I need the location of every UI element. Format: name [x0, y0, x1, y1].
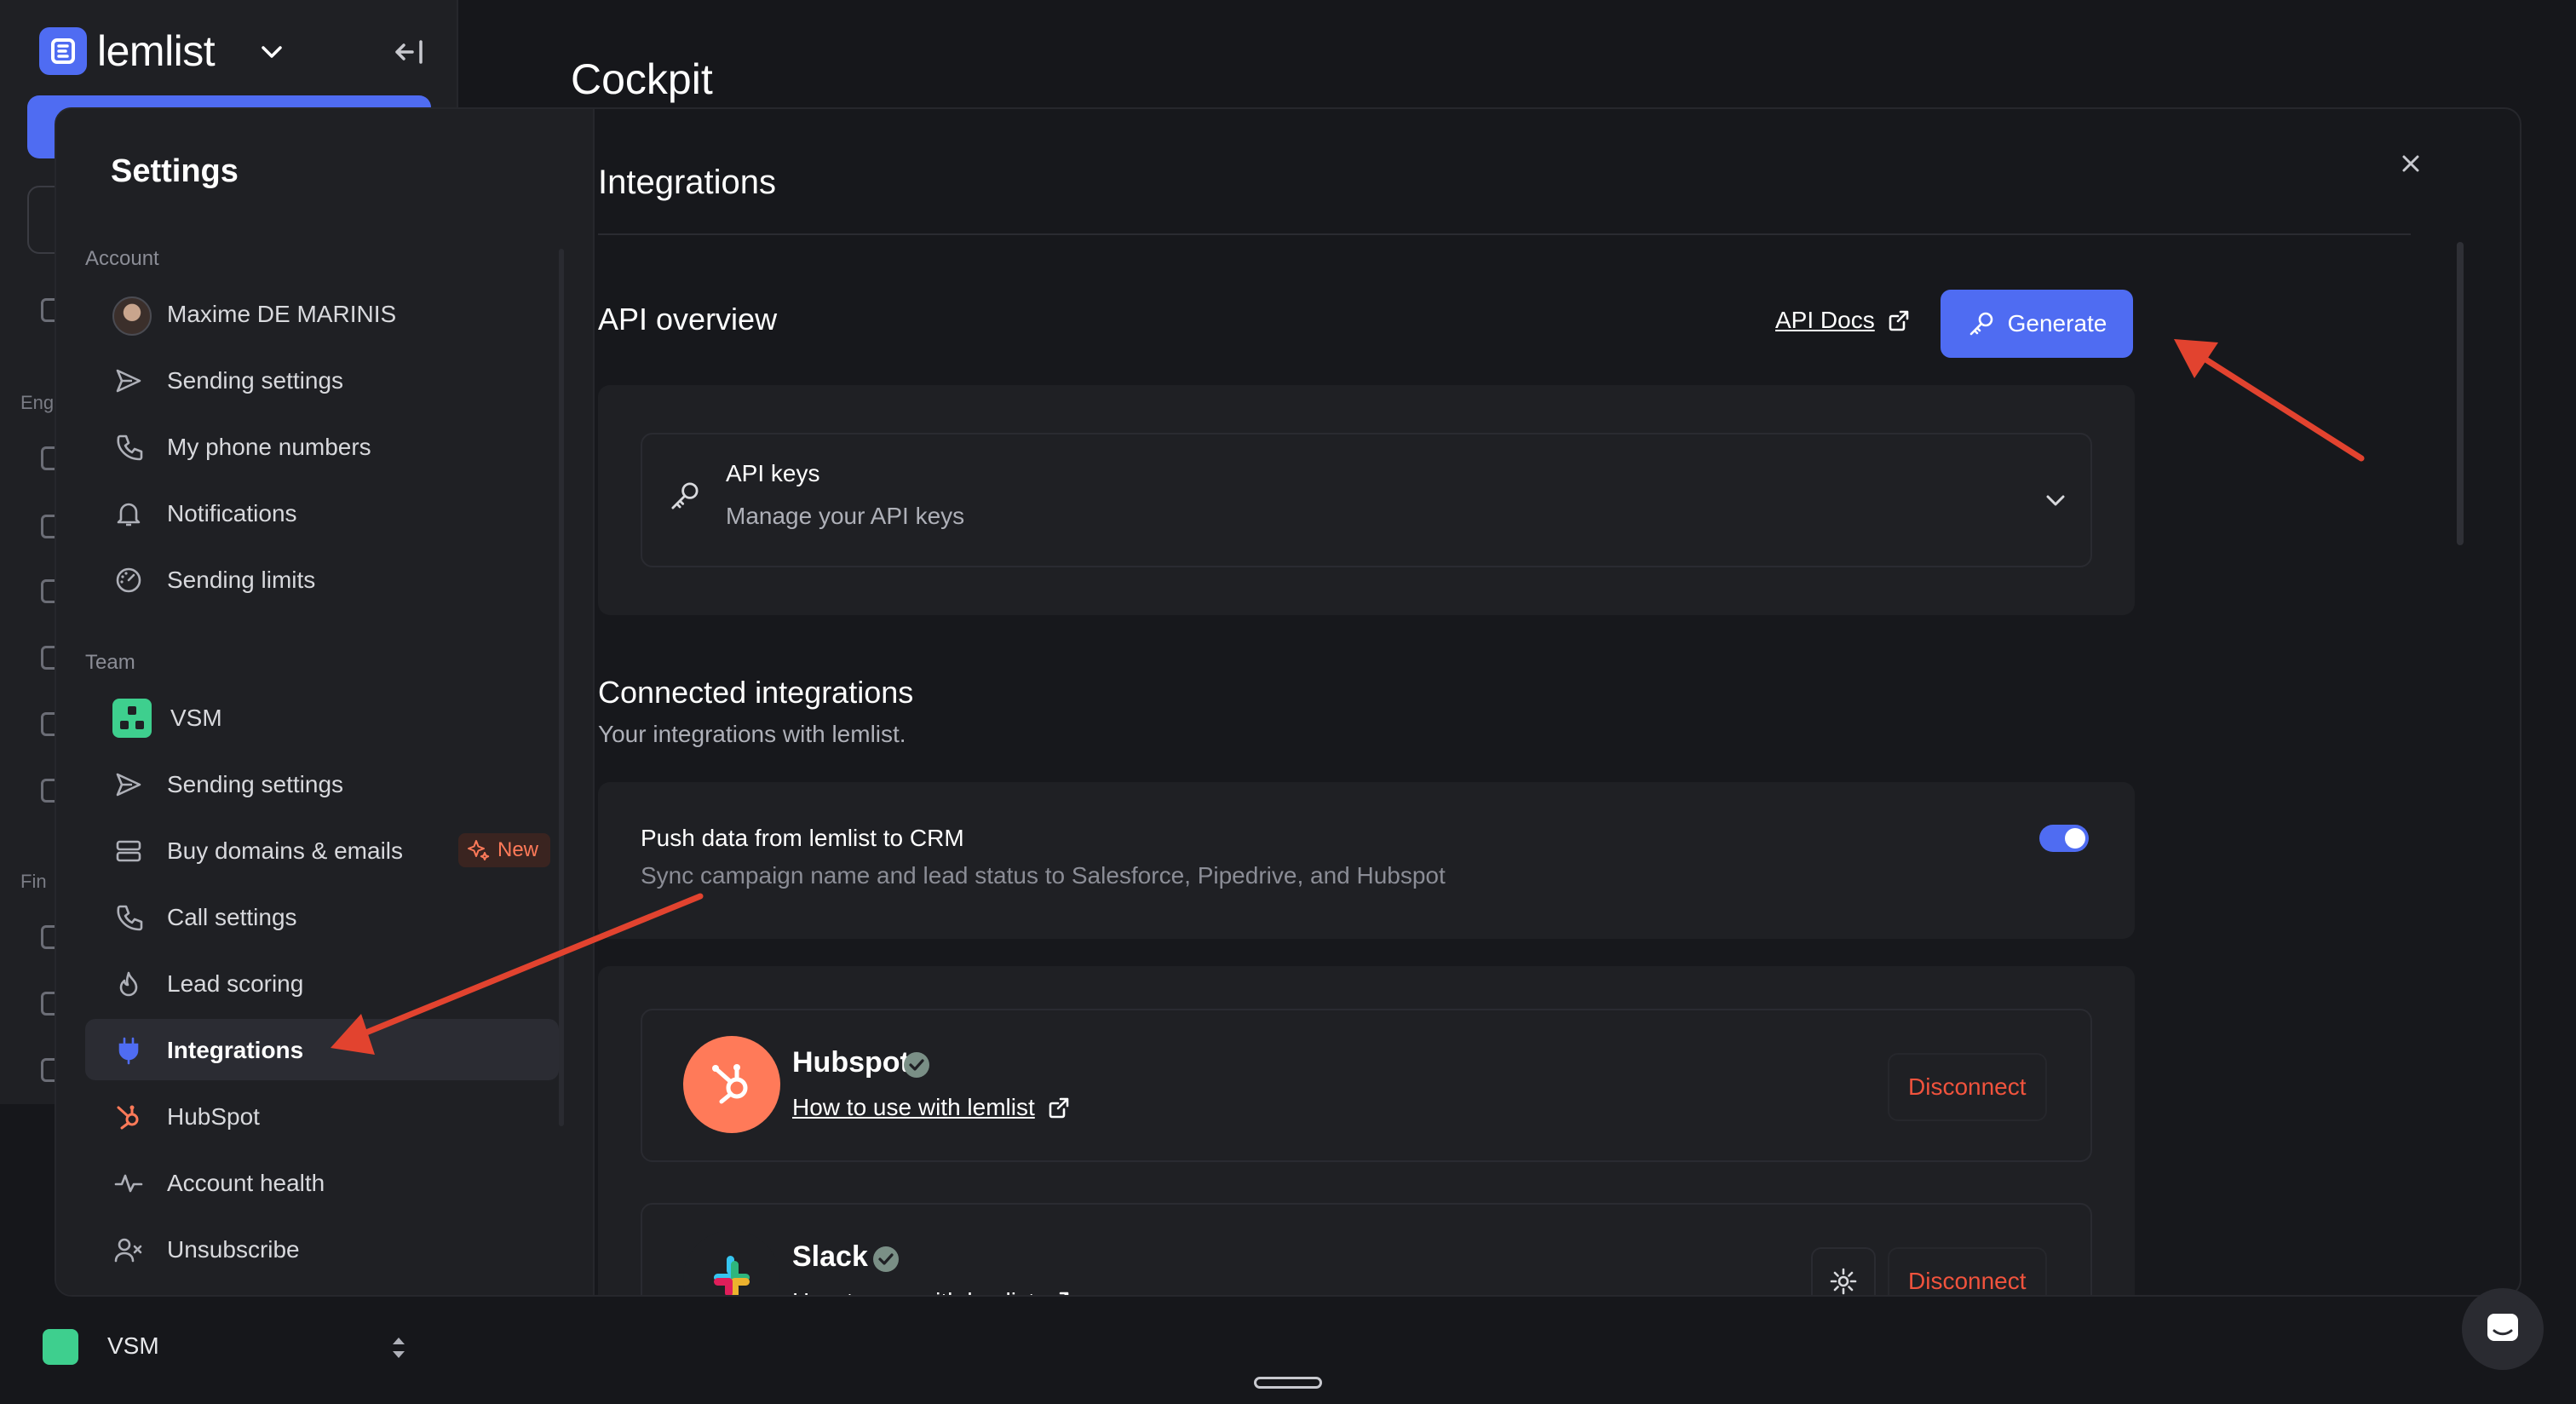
integration-docs-label: How to use with lemlist	[792, 1094, 1035, 1120]
integrations-list: Hubspot How to use with lemlist Disconne…	[598, 966, 2135, 1295]
disconnect-label: Disconnect	[1908, 1073, 2027, 1100]
disconnect-button[interactable]: Disconnect	[1888, 1053, 2047, 1121]
workspace-icon	[43, 1329, 78, 1365]
workspace-name: VSM	[107, 1332, 159, 1359]
content-pane: Integrations API overview API Docs Gener…	[56, 109, 2520, 1295]
key-icon	[1969, 312, 1992, 336]
integration-row-hubspot: Hubspot How to use with lemlist Disconne…	[641, 1009, 2092, 1162]
generate-label: Generate	[2007, 310, 2107, 337]
nav-section-peek: Fin	[20, 871, 47, 892]
disconnect-button[interactable]: Disconnect	[1888, 1247, 2047, 1295]
home-indicator	[1254, 1377, 1322, 1389]
chat-launcher-button[interactable]	[2462, 1288, 2544, 1370]
crm-sync-card: Push data from lemlist to CRM Sync campa…	[598, 782, 2135, 939]
gear-icon	[1830, 1268, 1857, 1295]
key-icon	[668, 479, 702, 513]
verified-check-icon	[903, 1051, 930, 1079]
external-link-icon	[1059, 1292, 1069, 1295]
integration-row-slack: Slack How to use with lemlist Disconnect	[641, 1203, 2092, 1295]
page-title: Cockpit	[571, 55, 713, 103]
app-brand-name[interactable]: lemlist	[97, 24, 216, 78]
nav-section-peek: Eng	[20, 392, 55, 413]
hubspot-icon	[683, 1036, 780, 1133]
content-scrollbar[interactable]	[2457, 242, 2464, 545]
integration-docs-label: How to use with lemlist	[792, 1288, 1035, 1295]
crm-sync-subtitle: Sync campaign name and lead status to Sa…	[641, 862, 1446, 889]
toggle-knob	[2065, 828, 2085, 849]
integration-docs-link[interactable]: How to use with lemlist	[792, 1094, 1071, 1121]
chevron-down-icon[interactable]	[257, 37, 286, 66]
settings-modal: Settings Account Maxime DE MARINIS Sendi…	[55, 107, 2521, 1297]
content-title: Integrations	[598, 164, 777, 201]
generate-button[interactable]: Generate	[1941, 290, 2133, 358]
api-docs-link[interactable]: API Docs	[1775, 307, 1911, 334]
chevron-down-icon[interactable]	[2041, 486, 2070, 515]
api-overview-heading: API overview	[598, 302, 778, 337]
connected-integrations-heading: Connected integrations	[598, 675, 914, 710]
close-icon[interactable]	[2399, 152, 2423, 176]
api-keys-subtitle: Manage your API keys	[726, 503, 965, 529]
api-docs-label: API Docs	[1775, 307, 1875, 333]
integration-settings-button[interactable]	[1811, 1247, 1876, 1295]
integration-name: Hubspot	[792, 1046, 910, 1079]
api-keys-title: API keys	[726, 460, 820, 486]
content-divider	[598, 233, 2411, 235]
collapse-sidebar-icon[interactable]	[394, 37, 424, 66]
external-link-icon	[1889, 310, 1909, 331]
chat-icon	[2487, 1314, 2518, 1341]
integration-docs-link[interactable]: How to use with lemlist	[792, 1288, 1071, 1295]
crm-sync-toggle[interactable]	[2039, 825, 2089, 852]
chevron-up-down-icon	[388, 1332, 409, 1363]
connected-integrations-subtitle: Your integrations with lemlist.	[598, 721, 906, 747]
api-keys-accordion[interactable]: API keys Manage your API keys	[641, 433, 2092, 567]
slack-icon	[683, 1230, 780, 1295]
workspace-switcher[interactable]: VSM	[0, 1312, 458, 1384]
verified-check-icon	[872, 1246, 900, 1273]
api-card: API keys Manage your API keys	[598, 385, 2135, 615]
external-link-icon	[1049, 1097, 1069, 1119]
crm-sync-title: Push data from lemlist to CRM	[641, 825, 964, 851]
integration-name: Slack	[792, 1240, 868, 1273]
lemlist-logo-icon[interactable]	[39, 27, 87, 75]
disconnect-label: Disconnect	[1908, 1268, 2027, 1294]
